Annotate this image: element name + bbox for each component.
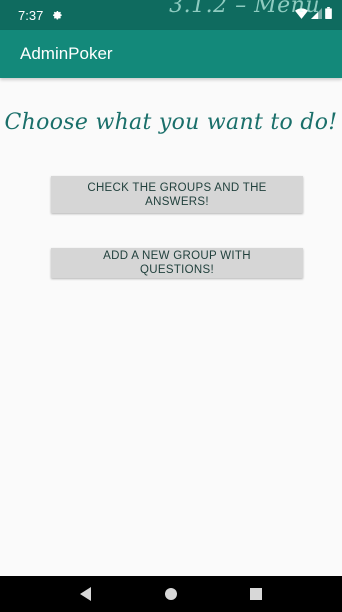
gear-icon [51, 8, 63, 23]
main-content: Choose what you want to do! CHECK THE GR… [0, 78, 342, 576]
back-button[interactable] [66, 576, 106, 612]
status-right [295, 6, 332, 24]
add-group-button[interactable]: ADD A NEW GROUP WITH QUESTIONS! [51, 248, 303, 278]
recents-button[interactable] [236, 576, 276, 612]
page-headline: Choose what you want to do! [4, 110, 338, 135]
back-icon [80, 587, 92, 601]
status-bar: 7:37 3.1.2 – Menu [0, 0, 342, 30]
status-left: 7:37 [18, 8, 63, 23]
navigation-bar [0, 576, 342, 612]
recents-icon [249, 588, 262, 600]
device-screen: 7:37 3.1.2 – Menu AdminPoker Choose what… [0, 0, 342, 612]
wifi-icon [295, 6, 308, 24]
home-icon [164, 588, 177, 600]
battery-icon [325, 6, 332, 24]
signal-icon [311, 6, 322, 24]
app-bar: AdminPoker [0, 30, 342, 78]
home-button[interactable] [151, 576, 191, 612]
status-time: 7:37 [18, 7, 44, 23]
app-title: AdminPoker [20, 44, 113, 63]
check-groups-button[interactable]: CHECK THE GROUPS AND THE ANSWERS! [51, 176, 303, 213]
